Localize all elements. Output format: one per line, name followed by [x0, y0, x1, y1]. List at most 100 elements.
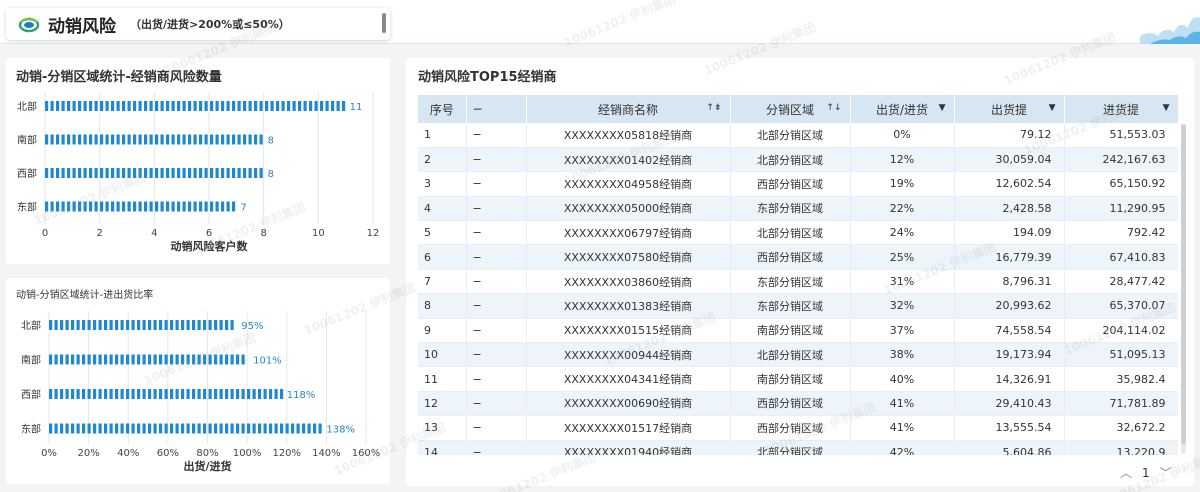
bar-segment — [263, 389, 267, 399]
cell-expand-icon[interactable]: − — [466, 366, 527, 392]
cell-in: 51,553.03 — [1064, 123, 1178, 148]
table-row[interactable]: 2− XXXXXXXX01402经销商 北部分销区域 12% 30,059.04 242,… — [418, 147, 1178, 173]
bar-segment — [98, 389, 102, 399]
category-label: 西部 — [21, 388, 41, 401]
table-row[interactable]: 12− XXXXXXXX00690经销商 西部分销区域 41% 29,410.43 71,… — [418, 391, 1178, 417]
col-header-index[interactable]: 序号 — [418, 95, 467, 123]
bar-segment — [269, 423, 273, 434]
table-scrollbar-thumb[interactable] — [1181, 124, 1186, 444]
table-row[interactable]: 10− XXXXXXXX00944经销商 北部分销区域 38% 19,173.94 51,… — [418, 342, 1178, 368]
sort-icon[interactable]: ↑⇟ — [706, 103, 721, 113]
value-label: 138% — [326, 425, 355, 436]
page-title: 动销风险 — [48, 16, 116, 37]
table-row[interactable]: 4− XXXXXXXX05000经销商 东部分销区域 22% 2,428.58 11,29… — [418, 196, 1178, 222]
cell-expand-icon[interactable]: − — [466, 342, 527, 368]
bar-segment — [225, 389, 229, 399]
bar-segment — [219, 423, 223, 434]
bar-segment — [203, 320, 207, 330]
table-scrollbar[interactable] — [1181, 124, 1186, 454]
bar-segment — [325, 101, 329, 111]
x-tick-label: 20% — [78, 448, 100, 459]
sort-icon[interactable]: ↑↓ — [826, 103, 841, 113]
bar-segment — [115, 389, 119, 399]
pagination: ︿ 1 ﹀ — [1120, 464, 1172, 481]
bar-segment — [133, 201, 137, 212]
table-row[interactable]: 6− XXXXXXXX07580经销商 西部分销区域 25% 16,779.39 67,4… — [418, 244, 1178, 270]
x-tick-label: 8 — [260, 228, 266, 239]
col-header-dealer-name[interactable]: 经销商名称 ↑⇟ — [526, 95, 731, 123]
dropdown-icon[interactable]: ▼ — [1163, 103, 1170, 113]
bar-segment — [259, 168, 263, 178]
cell-in: 67,410.83 — [1064, 244, 1178, 270]
bar-segment — [177, 201, 181, 212]
table-row[interactable]: 3− XXXXXXXX04958经销商 西部分销区域 19% 12,602.54 65,1… — [418, 171, 1178, 197]
col-header-region[interactable]: 分销区域 ↑↓ — [730, 95, 851, 123]
cell-region: 北部分销区域 — [730, 440, 851, 455]
bar-segment — [105, 168, 109, 178]
dropdown-icon[interactable]: ▼ — [1049, 103, 1056, 113]
bar-segment — [98, 354, 102, 365]
x-tick-label: 0% — [41, 448, 57, 459]
cell-dealer-name: XXXXXXXX01402经销商 — [526, 147, 731, 173]
bar-segment — [109, 389, 113, 399]
bar-segment — [138, 201, 142, 212]
cell-expand-icon[interactable]: − — [466, 391, 527, 417]
bar-segment — [203, 354, 207, 365]
bar-segment — [120, 320, 124, 330]
bar-segment — [50, 201, 54, 212]
table-row[interactable]: 9− XXXXXXXX01515经销商 南部分销区域 37% 74,558.54 204,… — [418, 318, 1178, 344]
cell-expand-icon[interactable]: − — [466, 244, 527, 270]
table-row[interactable]: 14− XXXXXXXX01940经销商 北部分销区域 42% 5,604.86 13,2… — [418, 440, 1178, 455]
cell-expand-icon[interactable]: − — [466, 415, 527, 441]
filter-icon[interactable]: ▼ — [939, 103, 946, 113]
pager-prev-icon[interactable]: ︿ — [1120, 464, 1132, 481]
col-header-in[interactable]: 进货提 ▼ — [1064, 95, 1178, 123]
bar-segment — [164, 423, 168, 434]
cell-expand-icon[interactable]: − — [466, 220, 527, 246]
bar-segment — [94, 101, 98, 111]
pager-next-icon[interactable]: ﹀ — [1160, 464, 1172, 481]
table-row[interactable]: 7− XXXXXXXX03860经销商 东部分销区域 31% 8,796.31 28,47… — [418, 269, 1178, 295]
bar-segment — [232, 101, 236, 111]
cell-out: 12,602.54 — [954, 171, 1065, 197]
bar-segment — [313, 423, 317, 434]
bar-segment — [133, 101, 137, 111]
bar-segment — [76, 423, 80, 434]
bar-segment — [61, 101, 65, 111]
cell-expand-icon[interactable]: − — [466, 196, 527, 222]
cell-dealer-name: XXXXXXXX00944经销商 — [526, 342, 731, 368]
table-row[interactable]: 8− XXXXXXXX01383经销商 东部分销区域 32% 20,993.62 65,3… — [418, 293, 1178, 319]
col-header-ratio[interactable]: 出货/进货 ▼ — [850, 95, 955, 123]
title-scroll-handle[interactable] — [382, 13, 386, 33]
table-row[interactable]: 11− XXXXXXXX04341经销商 南部分销区域 40% 14,326.91 35,… — [418, 366, 1178, 392]
bar-segment — [236, 354, 240, 365]
cell-expand-icon[interactable]: − — [466, 293, 527, 319]
bar-segment — [67, 168, 71, 178]
bar-segment — [177, 168, 181, 178]
bar-segment — [54, 320, 58, 330]
cell-expand-icon[interactable]: − — [466, 269, 527, 295]
bar-segment — [215, 101, 219, 111]
cell-out: 79.12 — [954, 123, 1065, 148]
table-row[interactable]: 5− XXXXXXXX06797经销商 北部分销区域 24% 194.09 792.42 — [418, 220, 1178, 246]
cell-in: 242,167.63 — [1064, 147, 1178, 173]
cell-expand-icon[interactable]: − — [466, 171, 527, 197]
bar-segment — [281, 101, 285, 111]
col-header-index-label: 序号 — [429, 102, 454, 117]
col-header-out[interactable]: 出货提 ▼ — [954, 95, 1065, 123]
bar-segment — [197, 320, 201, 330]
cell-ratio: 0% — [850, 123, 955, 148]
table-row[interactable]: 1− XXXXXXXX05818经销商 北部分销区域 0% 79.12 51,553.03 — [418, 123, 1178, 148]
cell-expand-icon[interactable]: − — [466, 318, 527, 344]
table-row[interactable]: 13− XXXXXXXX01517经销商 西部分销区域 41% 13,555.54 32,… — [418, 415, 1178, 441]
cell-region: 南部分销区域 — [730, 318, 851, 344]
cell-region: 北部分销区域 — [730, 220, 851, 246]
cell-region: 西部分销区域 — [730, 171, 851, 197]
col-header-collapse[interactable]: − — [466, 95, 527, 123]
cell-expand-icon[interactable]: − — [466, 147, 527, 173]
cell-expand-icon[interactable]: − — [466, 123, 527, 148]
cell-expand-icon[interactable]: − — [466, 440, 527, 455]
bar-segment — [78, 101, 82, 111]
cell-in: 51,095.13 — [1064, 342, 1178, 368]
bar — [49, 320, 234, 330]
